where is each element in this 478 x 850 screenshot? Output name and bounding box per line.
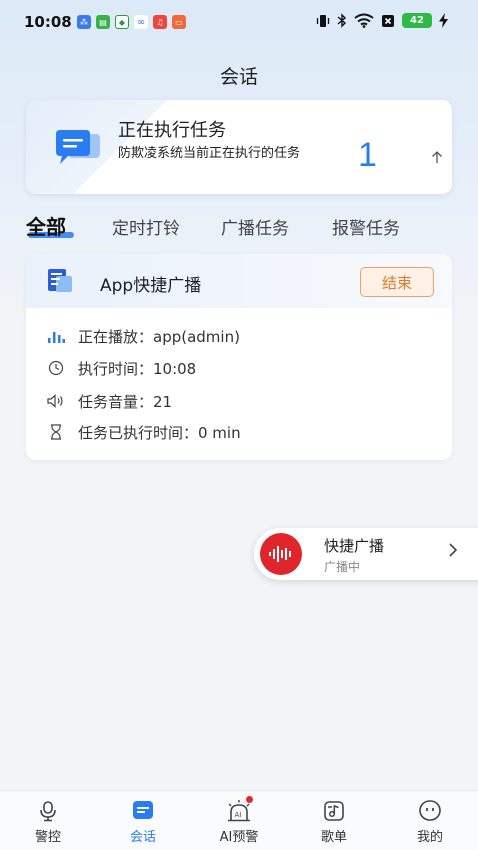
bluetooth-icon bbox=[337, 13, 347, 28]
task-row-volume: 任务音量：21 bbox=[46, 391, 172, 411]
app-notification-icon: ⁂ bbox=[77, 15, 91, 29]
tab-scheduled-bell[interactable]: 定时打铃 bbox=[112, 214, 180, 239]
chat-icon bbox=[103, 799, 183, 823]
chevron-right-icon bbox=[448, 542, 458, 563]
task-row-exec-time: 执行时间：10:08 bbox=[46, 358, 196, 378]
task-row-elapsed: 任务已执行时间：0 min bbox=[46, 422, 241, 442]
bottom-navigation: 警控 会话 AI AI预警 歌单 我的 bbox=[0, 790, 478, 850]
task-title: App快捷广播 bbox=[100, 276, 202, 296]
task-filter-tabs: 全部 定时打铃 广播任务 报警任务 bbox=[26, 210, 456, 250]
smiley-icon bbox=[390, 799, 470, 823]
tab-alarm-tasks[interactable]: 报警任务 bbox=[332, 214, 400, 239]
nav-ai-alert[interactable]: AI AI预警 bbox=[199, 796, 279, 845]
no-sim-icon bbox=[382, 14, 394, 27]
quick-broadcast-status: 广播中 bbox=[324, 560, 361, 574]
vibrate-icon bbox=[316, 14, 330, 27]
nav-alarm-control[interactable]: 警控 bbox=[8, 799, 88, 845]
chat-bubbles-icon bbox=[54, 128, 102, 172]
notification-icons: ⁂ ▤ ◆ ∞ ♫ ▭ bbox=[77, 15, 186, 29]
status-bar: 10:08 ⁂ ▤ ◆ ∞ ♫ ▭ 42 bbox=[0, 0, 478, 44]
end-task-button[interactable]: 结束 bbox=[360, 267, 434, 297]
quick-broadcast-title: 快捷广播 bbox=[324, 537, 385, 555]
nav-playlist[interactable]: 歌单 bbox=[294, 799, 374, 845]
task-card[interactable]: App快捷广播 结束 正在播放：app(admin) 执行时间：10:08 任务… bbox=[26, 254, 452, 460]
nav-session[interactable]: 会话 bbox=[103, 799, 183, 845]
clock-icon bbox=[46, 358, 66, 378]
tab-all[interactable]: 全部 bbox=[26, 211, 74, 240]
tab-broadcast-tasks[interactable]: 广播任务 bbox=[221, 214, 289, 239]
page-title: 会话 bbox=[219, 66, 258, 88]
microphone-icon bbox=[8, 799, 88, 823]
shield-notification-icon: ◆ bbox=[115, 15, 129, 29]
speaker-icon bbox=[46, 391, 66, 411]
shop-notification-icon: ▤ bbox=[96, 15, 110, 29]
svg-text:AI: AI bbox=[235, 811, 242, 819]
document-icon bbox=[46, 268, 74, 298]
system-icons: 42 bbox=[316, 13, 448, 28]
battery-indicator: 42 bbox=[402, 13, 432, 28]
executing-description: 防欺凌系统当前正在执行的任务 bbox=[118, 146, 301, 161]
cloud-notification-icon: ∞ bbox=[134, 15, 148, 29]
ai-alarm-icon: AI bbox=[199, 796, 279, 823]
broadcast-waveform-icon bbox=[260, 533, 302, 575]
executing-count: 1 bbox=[358, 136, 377, 174]
nav-profile[interactable]: 我的 bbox=[390, 799, 470, 845]
music-list-icon bbox=[294, 799, 374, 823]
notification-badge bbox=[246, 796, 253, 803]
task-card-header: App快捷广播 结束 bbox=[26, 254, 452, 308]
book-notification-icon: ▭ bbox=[172, 15, 186, 29]
hourglass-icon bbox=[46, 422, 66, 442]
charging-icon bbox=[439, 13, 448, 28]
task-row-playing: 正在播放：app(admin) bbox=[46, 326, 240, 346]
status-time: 10:08 bbox=[24, 13, 72, 31]
executing-tasks-card[interactable]: 正在执行任务 防欺凌系统当前正在执行的任务 1 bbox=[26, 100, 452, 194]
quick-broadcast-panel[interactable]: 快捷广播 广播中 bbox=[254, 528, 478, 580]
executing-title: 正在执行任务 bbox=[118, 120, 226, 141]
wifi-icon bbox=[354, 13, 374, 28]
up-arrow-icon[interactable] bbox=[430, 150, 444, 168]
music-notification-icon: ♫ bbox=[153, 15, 167, 29]
bar-chart-icon bbox=[46, 326, 66, 346]
